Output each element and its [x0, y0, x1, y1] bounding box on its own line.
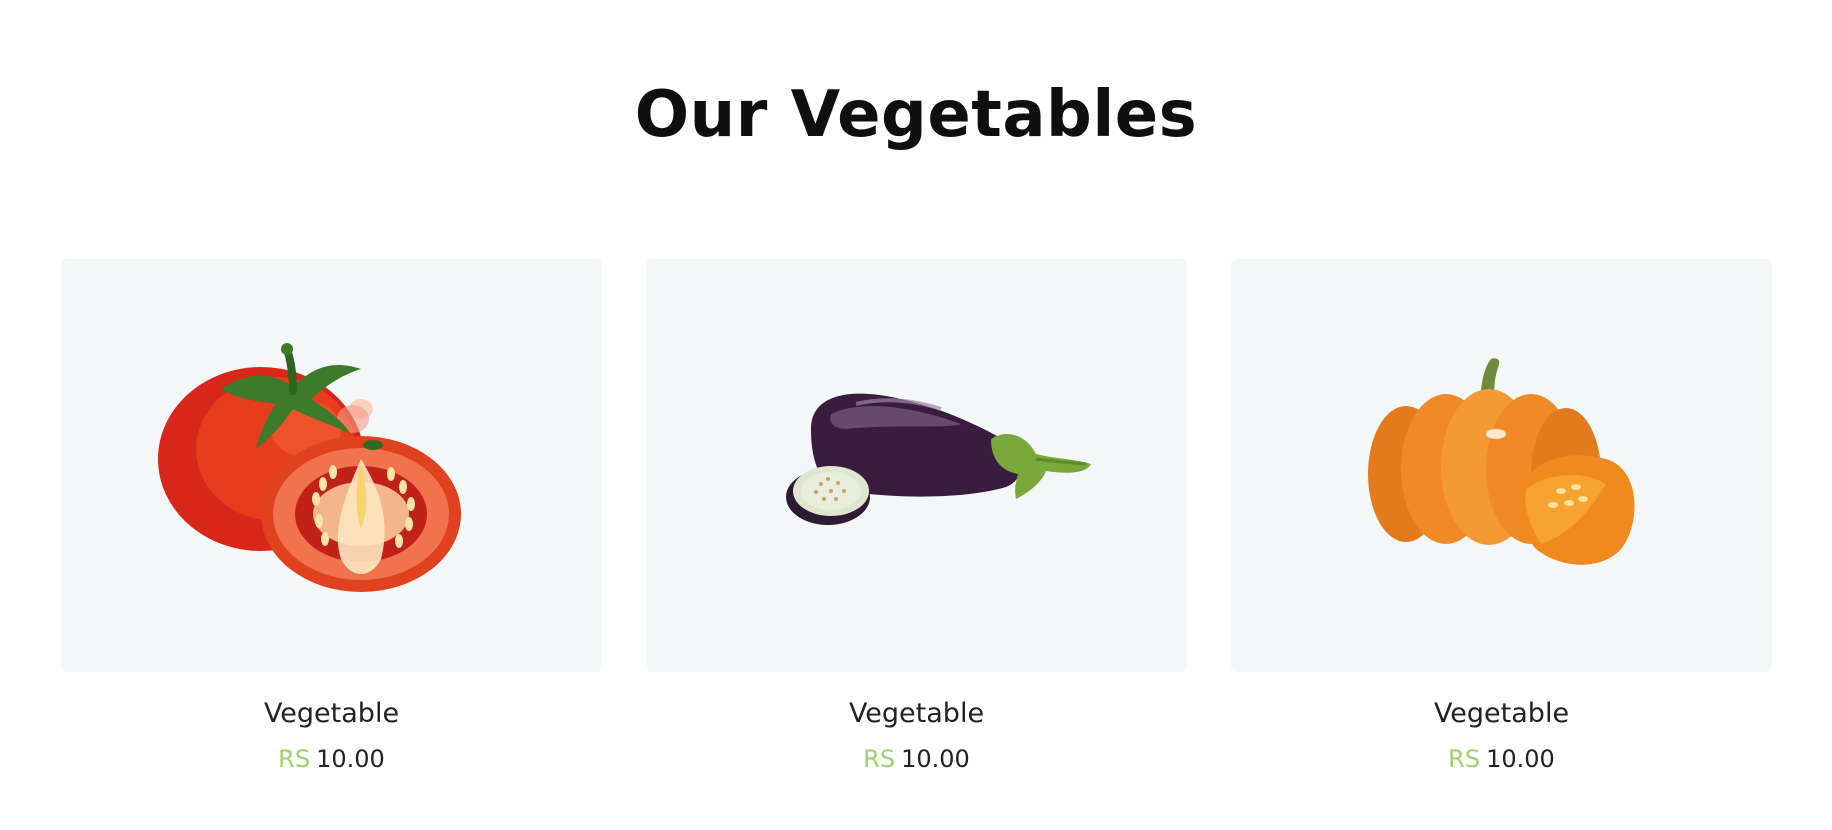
product-card[interactable]: Vegetable RS 10.00: [61, 259, 602, 773]
price-value: 10.00: [901, 745, 970, 773]
product-card[interactable]: Vegetable RS 10.00: [1231, 259, 1772, 773]
price-value: 10.00: [1486, 745, 1555, 773]
product-grid: Vegetable RS 10.00 Vegetable RS 10.00 Ve…: [0, 0, 1832, 830]
product-price: RS 10.00: [646, 745, 1187, 773]
pumpkin-icon: [1368, 358, 1635, 565]
product-name[interactable]: Vegetable: [646, 698, 1187, 729]
price-currency: RS: [863, 745, 896, 773]
product-card[interactable]: Vegetable RS 10.00: [646, 259, 1187, 773]
product-image[interactable]: [1231, 259, 1772, 672]
product-name[interactable]: Vegetable: [61, 698, 602, 729]
product-price: RS 10.00: [61, 745, 602, 773]
price-currency: RS: [1448, 745, 1481, 773]
eggplant-icon: [786, 393, 1091, 525]
product-name[interactable]: Vegetable: [1231, 698, 1772, 729]
product-image[interactable]: [646, 259, 1187, 672]
product-price: RS 10.00: [1231, 745, 1772, 773]
product-image[interactable]: [61, 259, 602, 672]
price-value: 10.00: [316, 745, 385, 773]
price-currency: RS: [278, 745, 311, 773]
tomato-icon: [158, 343, 461, 592]
